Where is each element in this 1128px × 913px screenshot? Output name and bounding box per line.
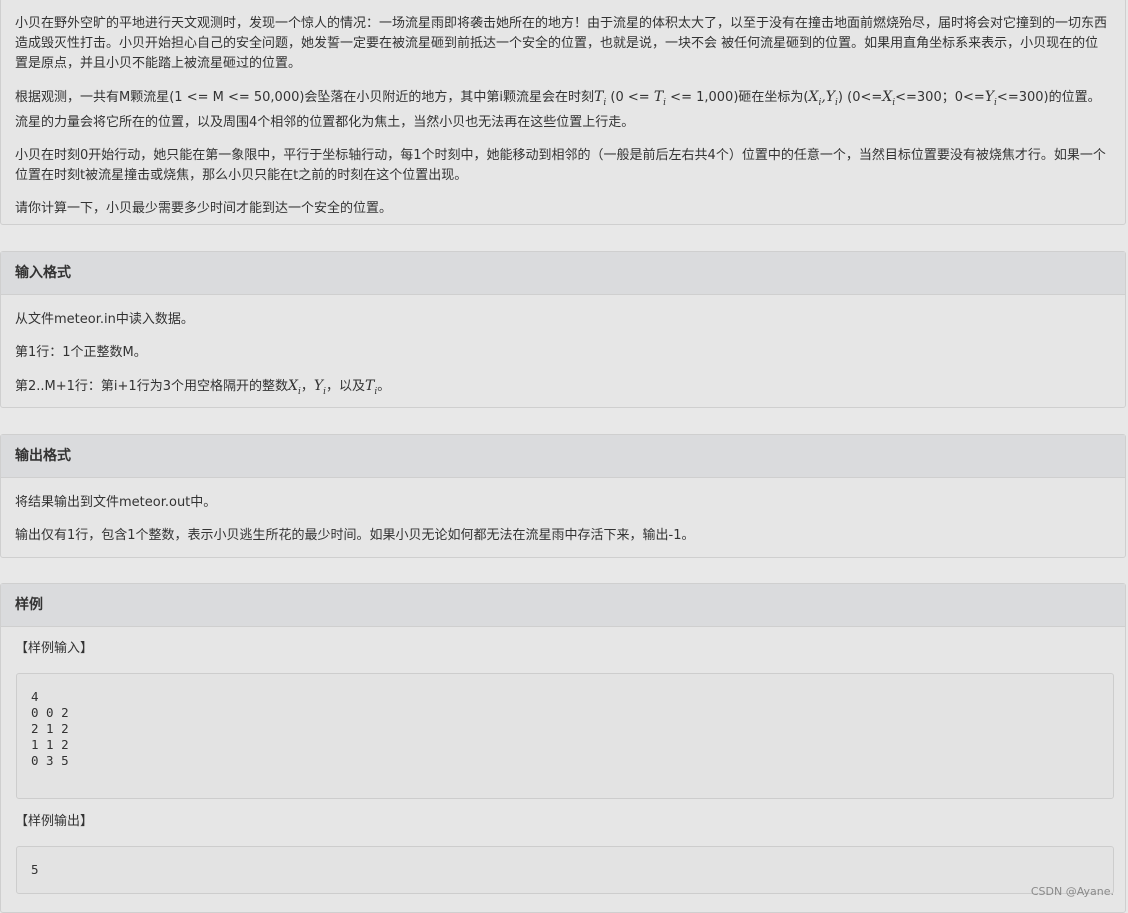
input-format-panel: 输入格式 从文件meteor.in中读入数据。 第1行：1个正整数M。 第2..… xyxy=(0,251,1126,408)
problem-description-panel: 小贝在野外空旷的平地进行天文观测时，发现一个惊人的情况：一场流星雨即将袭击她所在… xyxy=(0,0,1126,225)
input-format-line-1: 从文件meteor.in中读入数据。 xyxy=(15,310,1111,330)
sample-output-code: 5 xyxy=(31,862,1113,878)
description-paragraph-4: 请你计算一下，小贝最少需要多少时间才能到达一个安全的位置。 xyxy=(15,199,1111,219)
sample-output-box: 5 xyxy=(16,846,1114,894)
input-format-line-3: 第2..M+1行：第i+1行为3个用空格隔开的整数Xi，Yi，以及Ti。 xyxy=(15,376,1111,402)
input-format-heading: 输入格式 xyxy=(1,252,1125,295)
sample-input-label: 【样例输入】 xyxy=(15,639,93,659)
output-format-line-1: 将结果输出到文件meteor.out中。 xyxy=(15,493,1111,513)
description-paragraph-3: 小贝在时刻0开始行动，她只能在第一象限中，平行于坐标轴行动，每1个时刻中，她能移… xyxy=(15,146,1111,186)
sample-panel: 样例 【样例输入】 4 0 0 2 2 1 2 1 1 2 0 3 5 【样例输… xyxy=(0,583,1126,913)
input-format-line-2: 第1行：1个正整数M。 xyxy=(15,343,1111,363)
output-format-panel: 输出格式 将结果输出到文件meteor.out中。 输出仅有1行，包含1个整数，… xyxy=(0,434,1126,558)
sample-input-box: 4 0 0 2 2 1 2 1 1 2 0 3 5 xyxy=(16,673,1114,799)
sample-heading: 样例 xyxy=(1,584,1125,627)
output-format-heading: 输出格式 xyxy=(1,435,1125,478)
sample-output-label: 【样例输出】 xyxy=(15,812,93,832)
output-format-line-2: 输出仅有1行，包含1个整数，表示小贝逃生所花的最少时间。如果小贝无论如何都无法在… xyxy=(15,526,1111,546)
description-paragraph-1: 小贝在野外空旷的平地进行天文观测时，发现一个惊人的情况：一场流星雨即将袭击她所在… xyxy=(15,14,1111,74)
sample-input-code: 4 0 0 2 2 1 2 1 1 2 0 3 5 xyxy=(31,689,1113,769)
csdn-watermark: CSDN @Ayane. xyxy=(1031,885,1114,898)
description-paragraph-2: 根据观测，一共有M颗流星(1 <= M <= 50,000)会坠落在小贝附近的地… xyxy=(15,87,1111,133)
